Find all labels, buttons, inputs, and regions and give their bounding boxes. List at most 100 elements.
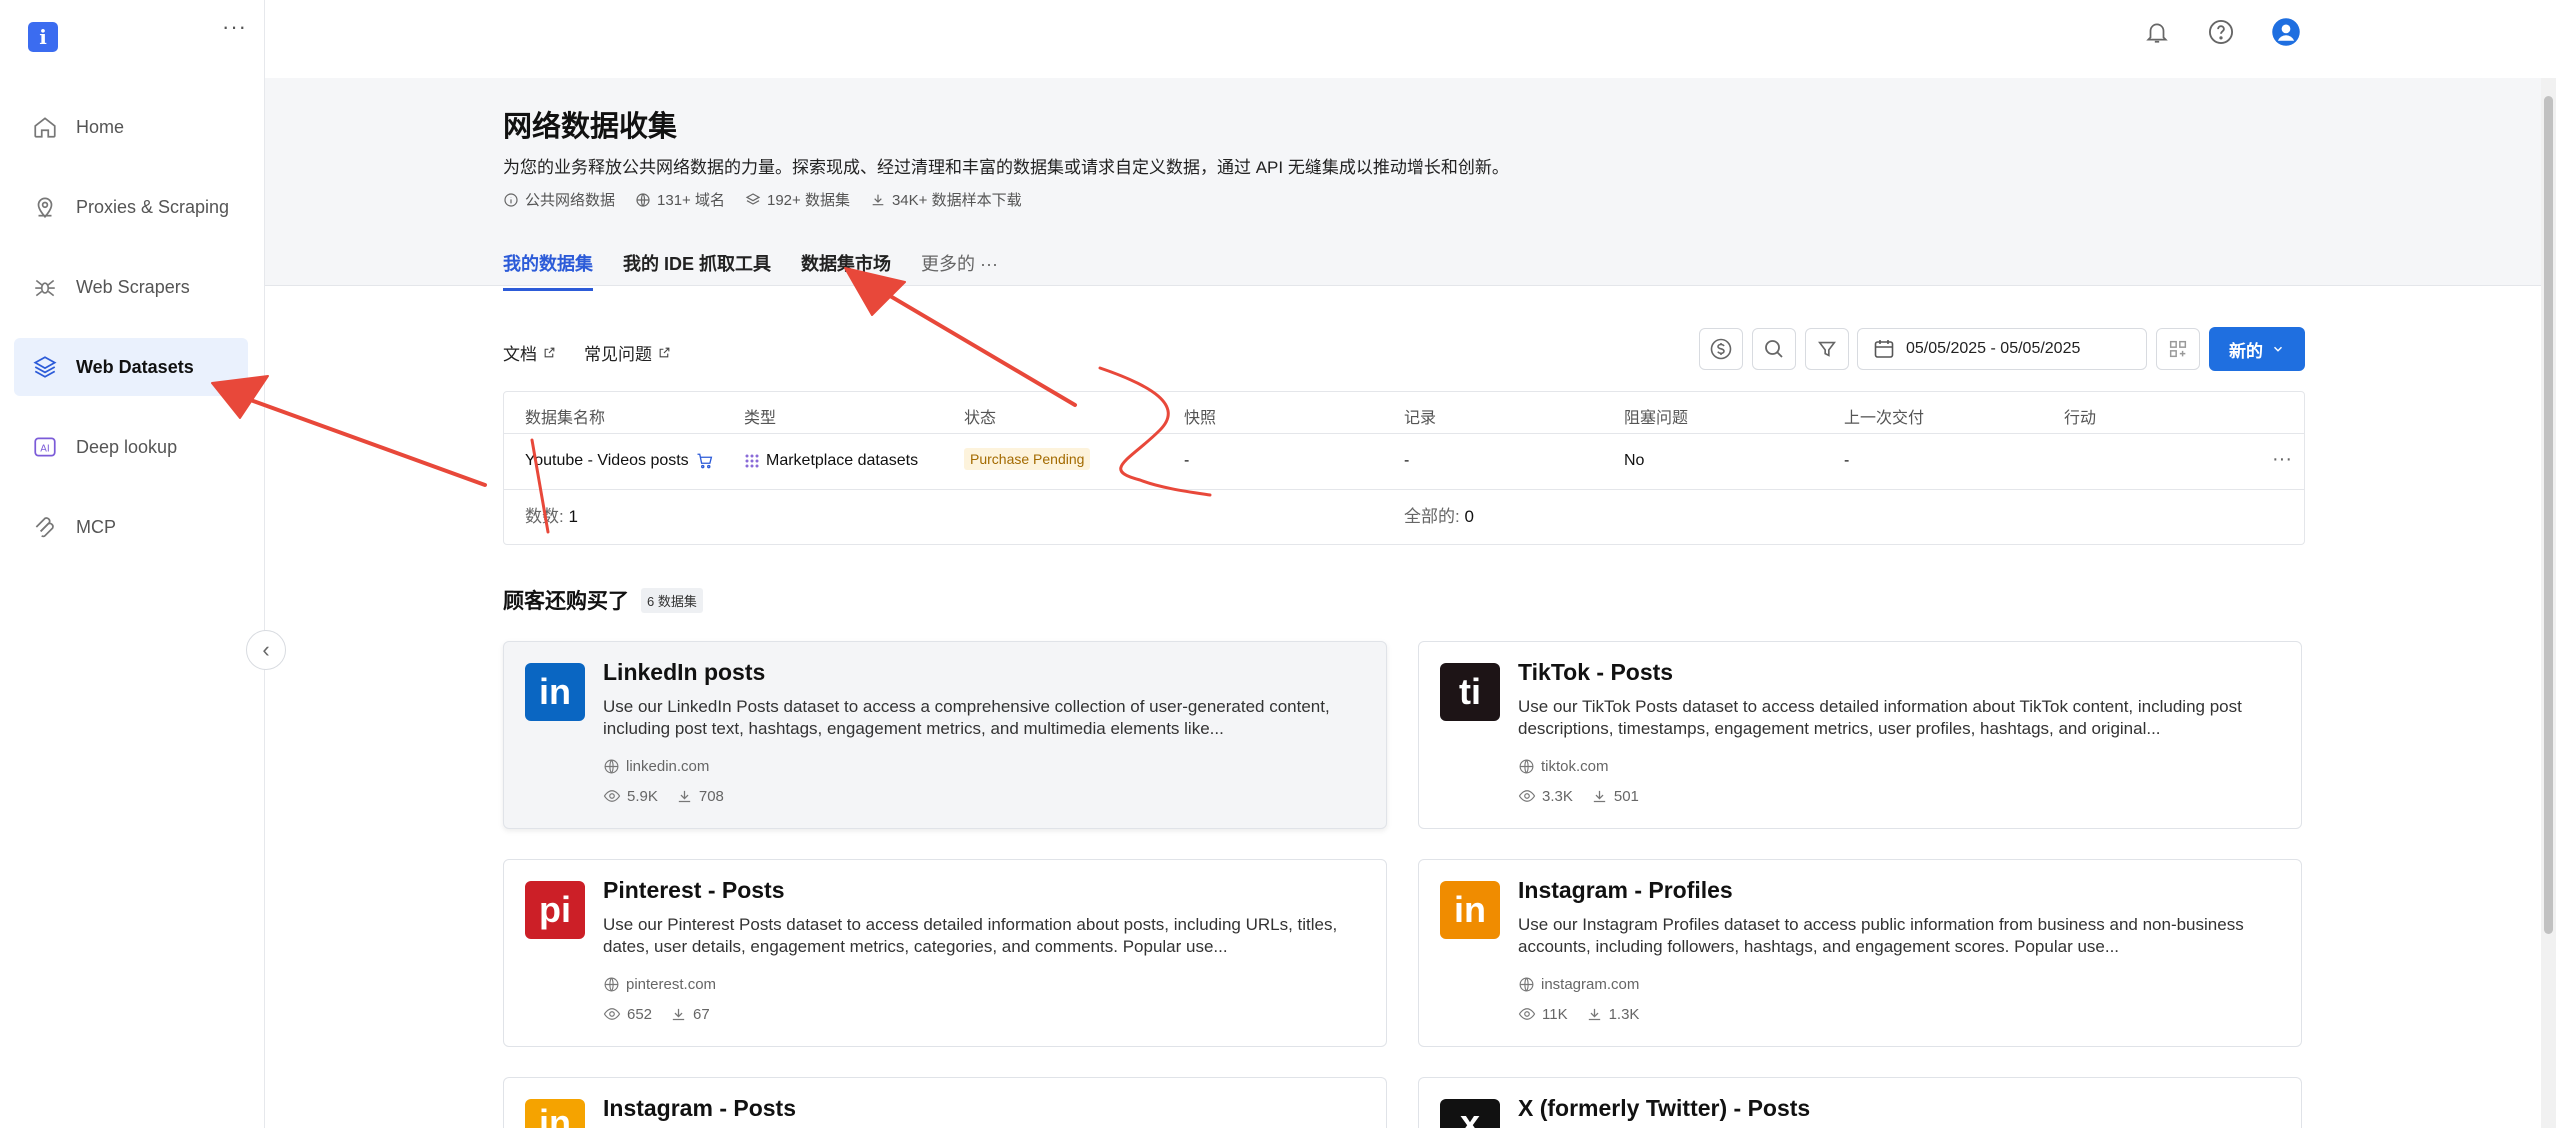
column-header[interactable]: 状态 <box>964 404 996 428</box>
dataset-card-tiktok[interactable]: ti TikTok - Posts Use our TikTok Posts d… <box>1418 641 2302 829</box>
eye-icon <box>603 1008 621 1020</box>
sidebar-item-web-datasets[interactable]: Web Datasets <box>14 338 248 396</box>
faq-link[interactable]: 常见问题 <box>584 340 671 365</box>
tab-my-datasets[interactable]: 我的数据集 <box>503 250 593 291</box>
date-range-picker[interactable]: 05/05/2025 - 05/05/2025 <box>1857 328 2147 370</box>
scrollbar-thumb[interactable] <box>2544 96 2553 934</box>
billing-button[interactable] <box>1699 328 1743 370</box>
search-icon <box>1765 340 1783 358</box>
dataset-type-cell: Marketplace datasets <box>744 452 918 470</box>
globe-icon <box>636 192 650 207</box>
search-button[interactable] <box>1752 328 1796 370</box>
dataset-card-pinterest[interactable]: pi Pinterest - Posts Use our Pinterest P… <box>503 859 1387 1047</box>
tab-dataset-marketplace[interactable]: 数据集市场 <box>801 250 891 291</box>
card-description: Use our Instagram Profiles dataset to ac… <box>1518 915 2244 956</box>
eye-icon <box>603 790 621 802</box>
layers-icon <box>745 192 761 205</box>
grid-settings-icon <box>2169 340 2187 358</box>
column-header[interactable]: 数据集名称 <box>525 404 605 428</box>
column-header[interactable]: 上一次交付 <box>1844 404 1924 428</box>
table-header: 数据集名称 类型 状态 快照 记录 阻塞问题 上一次交付 行动 <box>504 392 2304 434</box>
column-header[interactable]: 快照 <box>1184 404 1216 428</box>
location-pin-icon <box>30 192 60 222</box>
ai-icon: AI <box>30 432 60 462</box>
svg-text:AI: AI <box>40 443 50 454</box>
card-title: X (formerly Twitter) - Posts <box>1518 1095 1811 1121</box>
external-link-icon <box>544 347 555 358</box>
dataset-card-instagram-profiles[interactable]: in Instagram - Profiles Use our Instagra… <box>1418 859 2302 1047</box>
column-header[interactable]: 类型 <box>744 404 776 428</box>
card-domain: pinterest.com <box>603 976 716 993</box>
dataset-card-x-posts[interactable]: x X (formerly Twitter) - Posts <box>1418 1077 2302 1128</box>
last-delivery-cell: - <box>1844 452 1850 469</box>
table-count: 数数: 1 <box>525 507 578 526</box>
sidebar-item-label: Web Datasets <box>76 356 194 377</box>
globe-icon <box>1519 977 1534 992</box>
blocking-cell: No <box>1624 452 1645 469</box>
sidebar-collapse-button[interactable]: ‹ <box>246 630 286 670</box>
card-title: LinkedIn posts <box>603 659 766 685</box>
columns-button[interactable] <box>2156 328 2200 370</box>
dataset-card-linkedin[interactable]: in LinkedIn posts Use our LinkedIn Posts… <box>503 641 1387 829</box>
card-domain: linkedin.com <box>603 758 709 775</box>
filter-button[interactable] <box>1805 328 1849 370</box>
status-cell: Purchase Pending <box>964 448 1091 470</box>
globe-icon <box>604 977 619 992</box>
docs-link[interactable]: 文档 <box>503 340 556 365</box>
tab-bar: 我的数据集 我的 IDE 抓取工具 数据集市场 更多的 ··· <box>503 250 998 291</box>
card-domain: instagram.com <box>1518 976 1639 993</box>
mcp-icon <box>30 512 60 542</box>
download-icon <box>678 790 691 802</box>
sidebar-item-label: Home <box>76 116 125 137</box>
grid-dots-icon <box>745 454 759 468</box>
column-header[interactable]: 行动 <box>2064 404 2096 428</box>
new-button[interactable]: 新的 <box>2209 327 2305 371</box>
sidebar-item-mcp[interactable]: MCP <box>14 498 248 556</box>
dataset-card-instagram-posts[interactable]: in Instagram - Posts <box>503 1077 1387 1128</box>
dataset-name-cell[interactable]: Youtube - Videos posts <box>525 452 715 470</box>
instagram-logo-icon: in <box>525 1099 585 1128</box>
table-row[interactable]: Youtube - Videos posts Marketplace datas… <box>504 434 2304 490</box>
card-meta: 11K 1.3K <box>1518 1005 1639 1023</box>
download-icon <box>872 194 884 205</box>
row-actions-icon[interactable]: ··· <box>2272 448 2292 471</box>
app-logo[interactable]: i <box>28 22 58 52</box>
download-icon <box>1593 790 1606 802</box>
annotation-arrow-tab <box>878 288 1077 407</box>
stat-downloads: 34K+ 数据样本下载 <box>870 189 1022 210</box>
avatar-icon[interactable] <box>2270 16 2302 48</box>
sidebar-menu-icon[interactable]: ··· <box>222 14 247 40</box>
globe-icon <box>1519 759 1534 774</box>
card-title: TikTok - Posts <box>1518 659 1674 685</box>
card-description: Use our Pinterest Posts dataset to acces… <box>603 915 1338 956</box>
home-icon <box>30 112 60 142</box>
card-title: Instagram - Profiles <box>1518 877 1733 903</box>
card-title: Instagram - Posts <box>603 1095 796 1121</box>
sidebar-item-proxies[interactable]: Proxies & Scraping <box>14 178 248 236</box>
header-stats: 公共网络数据 131+ 域名 192+ 数据集 34K+ 数据样本下载 <box>503 189 1022 210</box>
tab-more[interactable]: 更多的 ··· <box>921 250 998 291</box>
page-scrollbar[interactable] <box>2541 78 2556 1128</box>
tab-ide-scrapers[interactable]: 我的 IDE 抓取工具 <box>623 250 771 291</box>
linkedin-logo-icon: in <box>525 663 585 721</box>
card-domain: tiktok.com <box>1518 758 1609 775</box>
filter-icon <box>1818 341 1836 357</box>
download-icon <box>1588 1008 1600 1020</box>
annotation-arrow-sidebar <box>243 396 487 487</box>
sidebar-item-home[interactable]: Home <box>14 98 248 156</box>
sidebar-item-web-scrapers[interactable]: Web Scrapers <box>14 258 248 316</box>
help-icon[interactable] <box>2205 16 2237 48</box>
page-subtitle: 为您的业务释放公共网络数据的力量。探索现成、经过清理和丰富的数据集或请求自定义数… <box>503 158 1509 177</box>
eye-icon <box>1518 790 1536 802</box>
download-icon <box>672 1008 685 1020</box>
datasets-table: 数据集名称 类型 状态 快照 记录 阻塞问题 上一次交付 行动 Youtube … <box>503 391 2305 545</box>
tiktok-logo-icon: ti <box>1440 663 1500 721</box>
snapshot-cell: - <box>1184 452 1190 469</box>
column-header[interactable]: 阻塞问题 <box>1624 404 1688 428</box>
cart-icon <box>697 453 712 469</box>
sidebar-item-deep-lookup[interactable]: AI Deep lookup <box>14 418 248 476</box>
table-total: 全部的: 0 <box>1404 507 1474 526</box>
eye-icon <box>1518 1008 1536 1020</box>
bell-icon[interactable] <box>2141 16 2173 48</box>
column-header[interactable]: 记录 <box>1404 404 1436 428</box>
